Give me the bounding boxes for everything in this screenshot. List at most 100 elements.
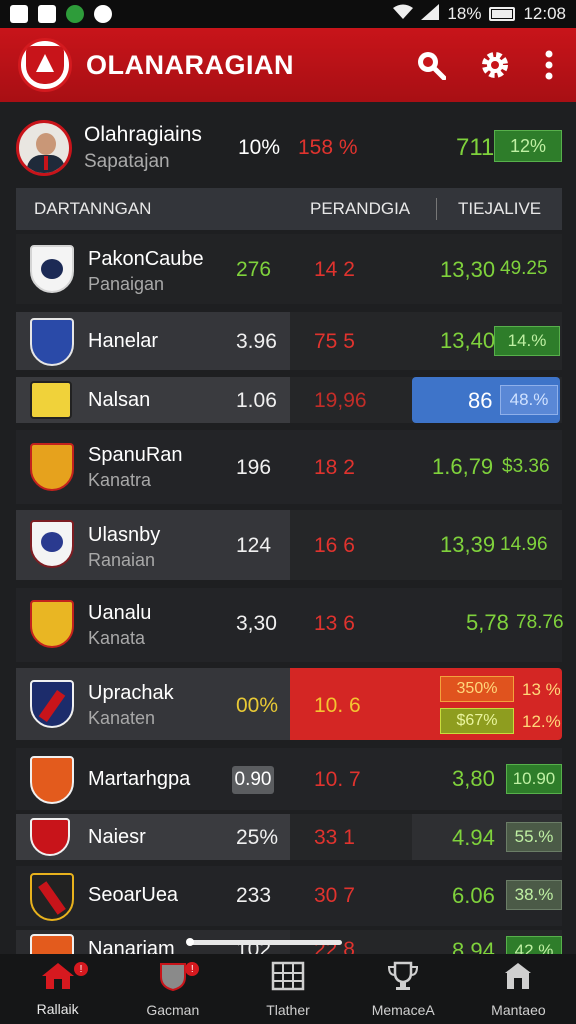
stat-value-3: 4.94	[452, 825, 495, 850]
stat-value-1: 00%	[236, 694, 279, 717]
team-name: Ulasnby	[88, 524, 161, 546]
alert-badge-1: 350%	[440, 676, 514, 702]
stat-value-3: 1.6,79	[432, 454, 494, 479]
team-name: SeoarUea	[88, 884, 179, 906]
stat-value-2: 19,96	[314, 389, 367, 412]
stat-value-2: 10. 7	[314, 768, 361, 791]
team-name: Nanarjam	[88, 938, 175, 954]
notification-badge: !	[74, 962, 88, 976]
trophy-icon	[387, 961, 419, 996]
battery-percent: 18%	[447, 4, 482, 23]
team-crest-icon	[30, 600, 74, 648]
column-header-3[interactable]: TIEJALIVE	[458, 199, 541, 219]
stat-value-2: 13 6	[314, 612, 355, 635]
team-crest-icon	[30, 520, 74, 568]
more-vert-icon[interactable]	[544, 50, 554, 80]
stat-value-1: 3,30	[236, 612, 277, 635]
scroll-indicator[interactable]	[188, 940, 342, 945]
column-header-2[interactable]: PERANDGIA	[310, 199, 410, 219]
team-crest-icon	[30, 318, 74, 366]
table-row[interactable]: Nalsan 1.06 19,96 86 48.%	[16, 377, 562, 423]
stat-value-1: 124	[236, 534, 272, 557]
stat-value-1: 1.06	[236, 389, 277, 412]
team-subtitle: Ranaian	[88, 550, 156, 570]
app-notification-icon	[66, 5, 84, 23]
team-crest-icon	[30, 934, 74, 954]
stat-value-1: 3.96	[236, 330, 277, 353]
team-crest-icon	[30, 680, 74, 728]
battery-icon	[489, 7, 516, 21]
avatar[interactable]	[16, 120, 72, 176]
stat-value-3: 5,78	[466, 610, 509, 635]
team-name: Uanalu	[88, 602, 152, 624]
column-header-1[interactable]: DARTANNGAN	[34, 199, 151, 219]
change-badge: 55.%	[506, 822, 562, 852]
table-row[interactable]: SeoarUea 233 30 7 6.06 38.%	[16, 866, 562, 926]
team-crest-icon	[30, 756, 74, 804]
status-bar: 18% 12:08	[0, 0, 576, 28]
team-crest-icon	[30, 381, 72, 419]
stat-value-2: 18 2	[314, 456, 355, 479]
nav-label: Tlather	[266, 1001, 310, 1018]
stat-value-3: 86	[468, 388, 493, 413]
table-row[interactable]: Uprachak Kanaten 00% 10. 6 350% 13 % $67…	[16, 668, 562, 740]
stat-value-1: 25%	[236, 826, 279, 849]
stat-value-2: 16 6	[314, 534, 355, 557]
table-row[interactable]: SpanuRan Kanatra 196 18 2 1.6,79 $3.36	[16, 430, 562, 504]
nav-item-shield[interactable]: ! Gacman	[115, 954, 230, 1024]
profile-value-3: 711	[456, 134, 495, 161]
table-row[interactable]: PakonCaube Panaigan 276 14 2 13,30 49.25	[16, 234, 562, 304]
nav-label: Gacman	[146, 1001, 200, 1018]
team-subtitle: Kanaten	[88, 708, 156, 728]
profile-badge: 12%	[494, 130, 562, 162]
stat-value-2: 75 5	[314, 330, 355, 353]
stat-value-3: 13,40	[440, 328, 496, 353]
nav-label: MemaceA	[371, 1001, 435, 1018]
home-icon	[41, 962, 75, 995]
image-icon	[10, 5, 28, 23]
stat-value-4: 14.96	[500, 534, 548, 555]
table-row[interactable]: Hanelar 3.96 75 5 13,40 14.%	[16, 312, 562, 370]
stat-value-1: 276	[236, 258, 272, 281]
table-row[interactable]: Ulasnby Ranaian 124 16 6 13,39 14.96	[16, 510, 562, 580]
notification-badge: !	[185, 962, 200, 976]
table-row[interactable]: Naiesr 25% 33 1 4.94 55.%	[16, 814, 562, 860]
club-logo[interactable]	[18, 38, 72, 92]
shield-icon	[158, 961, 188, 996]
team-name: Martarhgpa	[88, 768, 191, 790]
change-badge: 48.%	[500, 385, 558, 415]
stat-value-3: 13,39	[440, 532, 496, 557]
store-icon	[502, 961, 534, 996]
wifi-icon	[393, 4, 414, 25]
stat-value-2: 10. 6	[314, 694, 361, 717]
stat-value-1: 233	[236, 884, 272, 907]
nav-item-store[interactable]: Mantaeo	[461, 954, 576, 1024]
search-icon[interactable]	[416, 50, 446, 80]
stat-value-1: 196	[236, 456, 272, 479]
profile-summary[interactable]: Olahragiains Sapatajan 10% 158 % 711 12%	[16, 110, 562, 186]
table-row[interactable]: Uanalu Kanata 3,30 13 6 5,78 78.76	[16, 588, 564, 662]
team-name: SpanuRan	[88, 444, 183, 466]
nav-item-table[interactable]: Tlather	[230, 954, 345, 1024]
profile-name: Olahragiains	[84, 123, 202, 146]
profile-value-2: 158 %	[298, 136, 358, 159]
nav-item-home[interactable]: ! Rallaik	[0, 954, 115, 1024]
alert-value-1: 13 %	[522, 680, 561, 699]
table-icon	[271, 961, 305, 996]
stat-value-1: 0.90	[232, 766, 274, 794]
team-subtitle: Kanata	[88, 628, 146, 648]
scroll-indicator-dot	[186, 938, 194, 946]
team-name: Hanelar	[88, 330, 159, 352]
team-name: PakonCaube	[88, 248, 204, 270]
change-badge: 42 %	[506, 936, 562, 954]
column-divider	[436, 198, 437, 220]
gear-icon[interactable]	[480, 50, 510, 80]
team-subtitle: Panaigan	[88, 274, 165, 294]
team-crest-icon	[30, 443, 74, 491]
alert-value-2: 12.%	[522, 712, 561, 731]
nav-item-trophy[interactable]: MemaceA	[346, 954, 461, 1024]
stat-value-3: 6.06	[452, 883, 495, 908]
team-crest-icon	[30, 873, 74, 921]
table-row[interactable]: Martarhgpa 0.90 10. 7 3,80 10.90	[16, 748, 562, 810]
stat-value-4: 78.76	[516, 612, 564, 633]
